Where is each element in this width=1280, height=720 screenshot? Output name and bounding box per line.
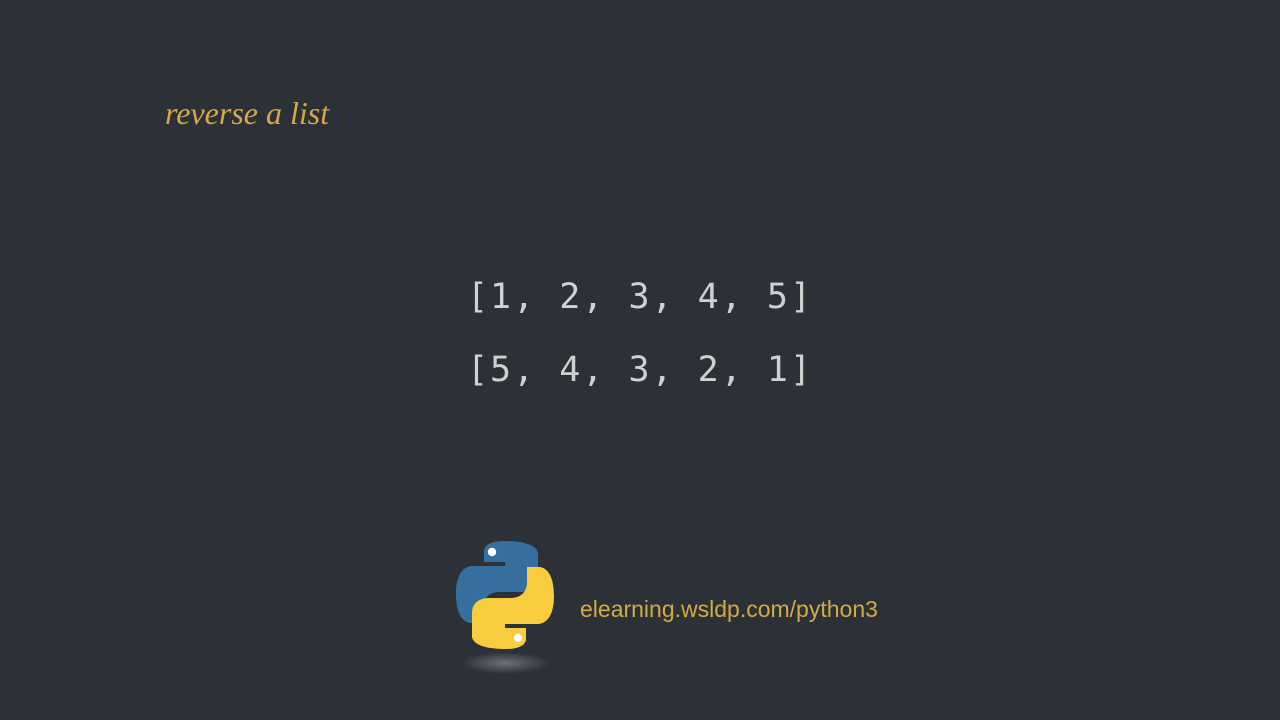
site-url: elearning.wsldp.com/python3 xyxy=(580,596,878,623)
slide-title: reverse a list xyxy=(165,95,329,132)
code-line-original: [1, 2, 3, 4, 5] xyxy=(0,280,1280,315)
slide-footer: elearning.wsldp.com/python3 xyxy=(450,540,878,670)
code-line-reversed: [5, 4, 3, 2, 1] xyxy=(0,353,1280,388)
logo-shadow xyxy=(460,652,550,674)
code-block: [1, 2, 3, 4, 5] [5, 4, 3, 2, 1] xyxy=(0,280,1280,426)
python-logo-icon xyxy=(450,540,560,670)
